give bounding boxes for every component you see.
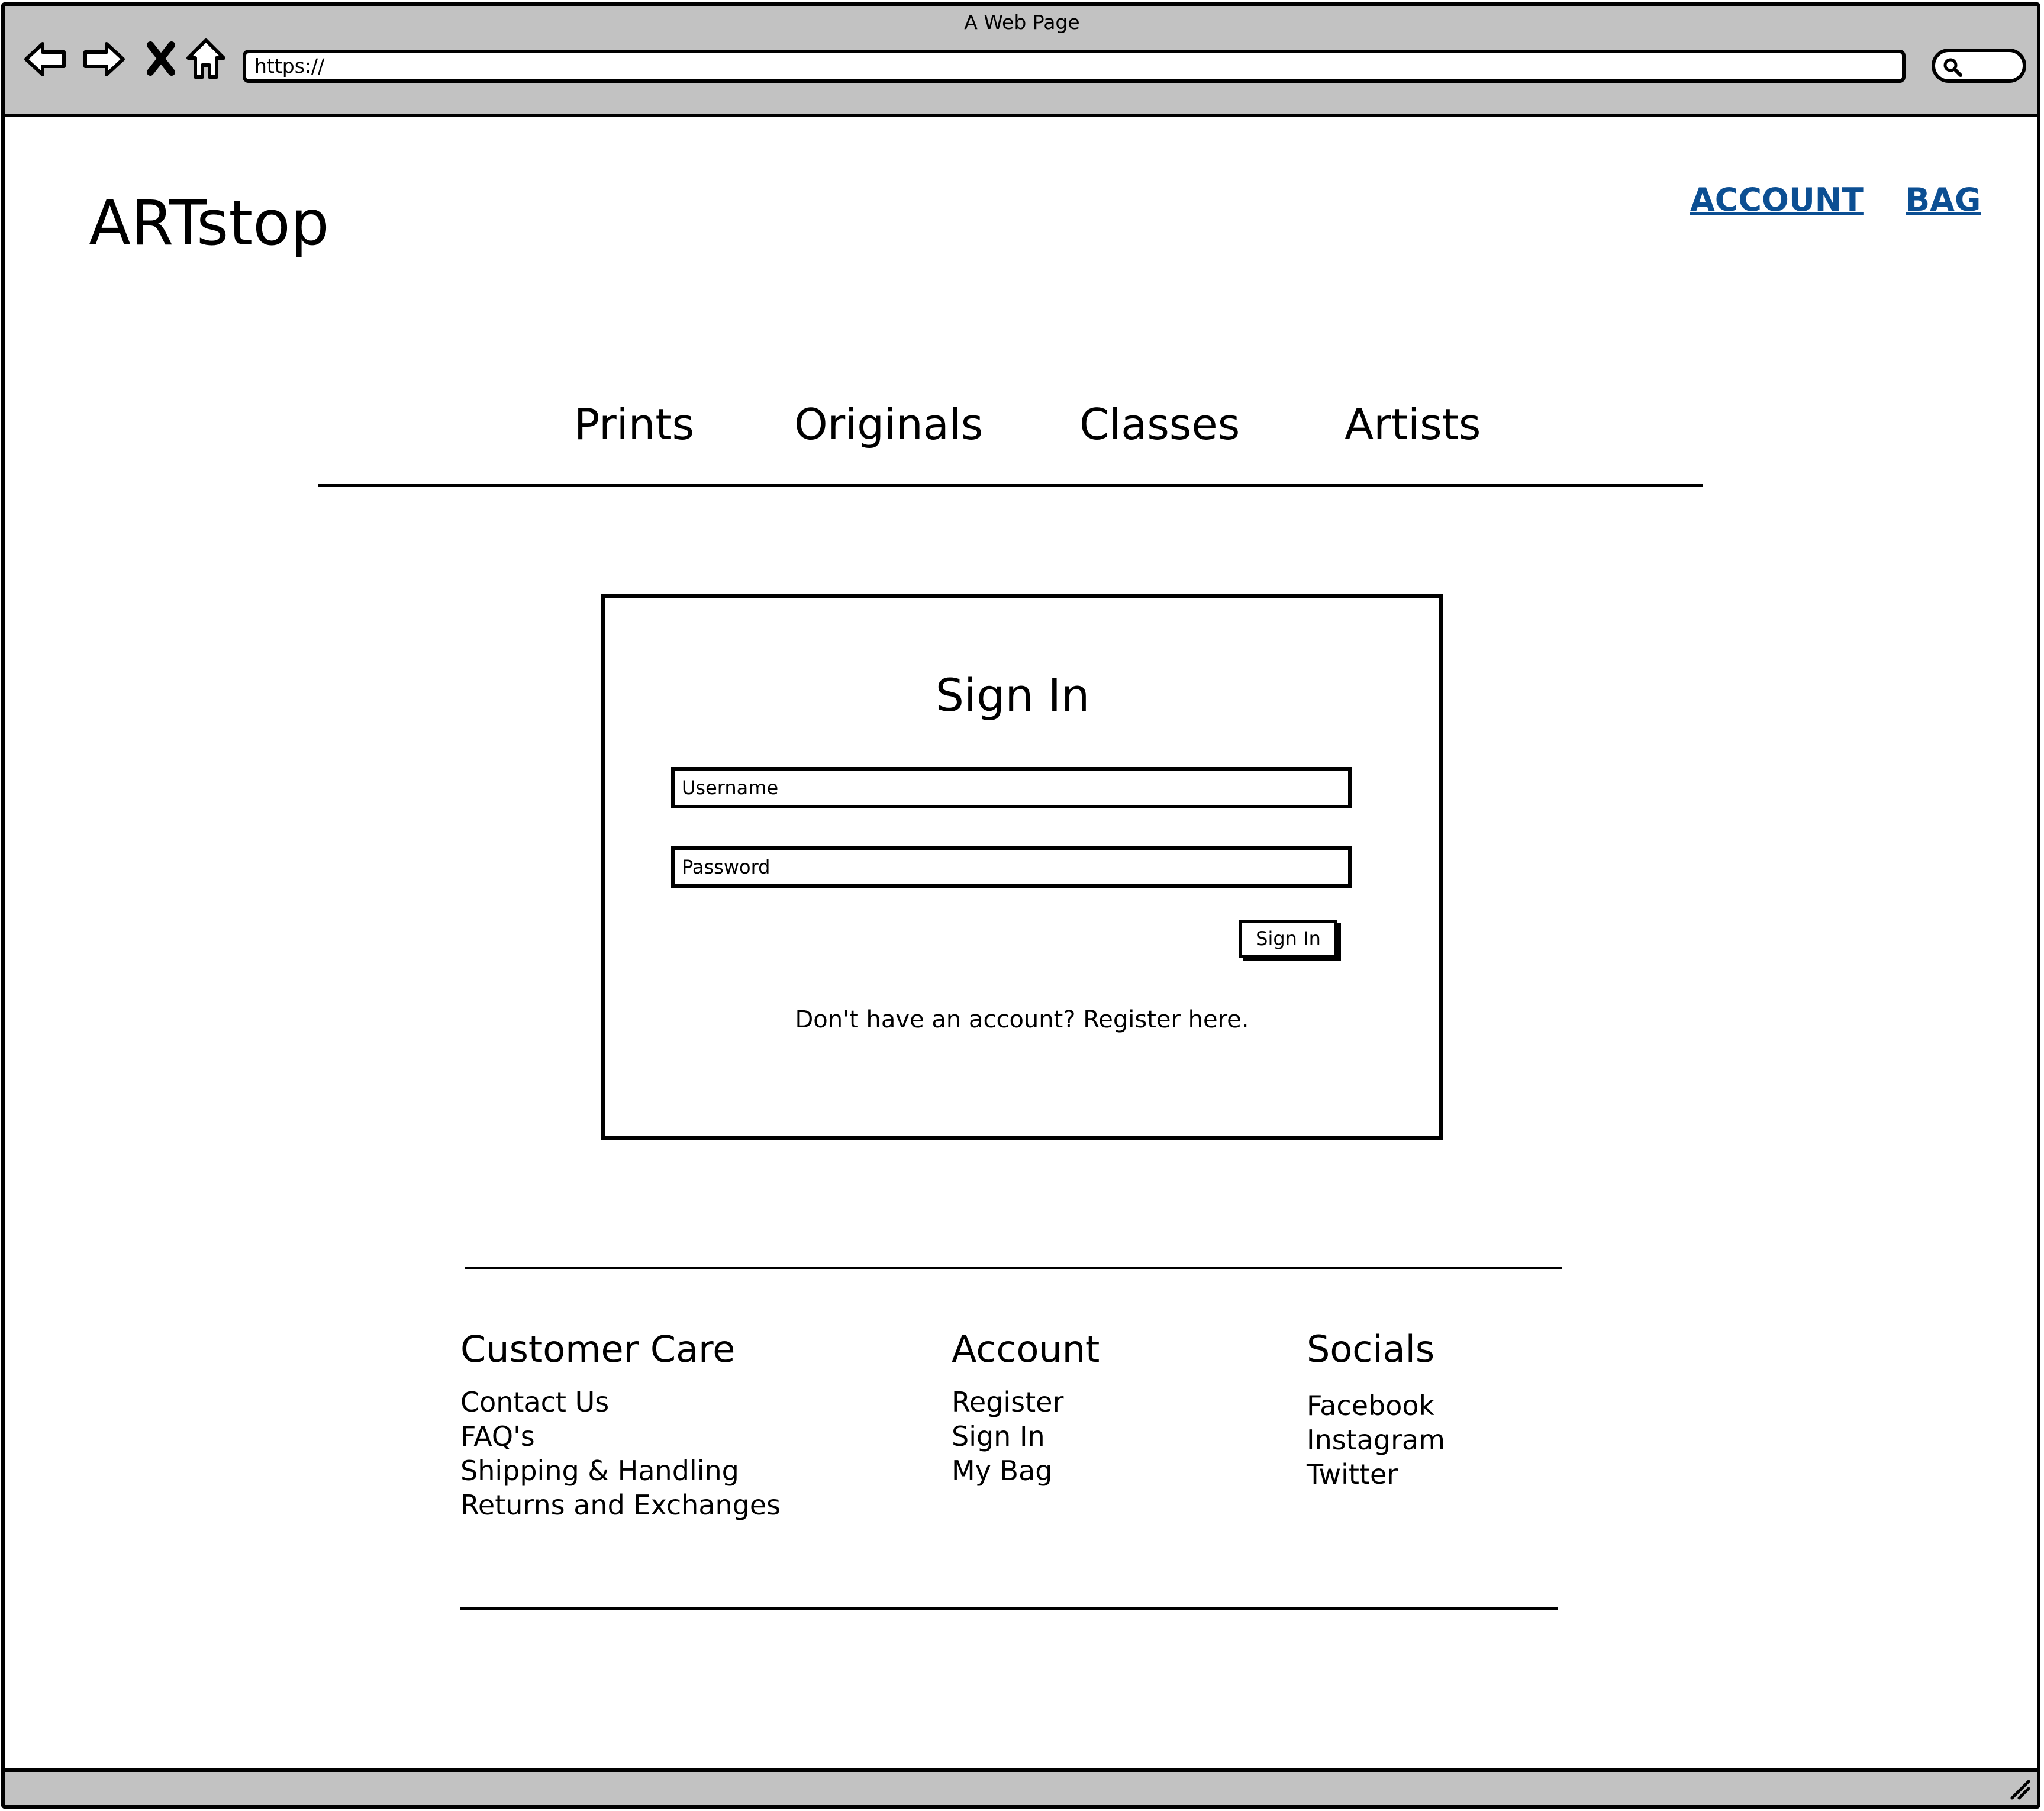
footer-link-my-bag[interactable]: My Bag — [952, 1454, 1100, 1488]
nav-item-classes[interactable]: Classes — [1079, 398, 1240, 451]
footer-heading-account: Account — [952, 1327, 1100, 1371]
footer-link-faqs[interactable]: FAQ's — [460, 1419, 781, 1454]
footer-link-instagram[interactable]: Instagram — [1307, 1423, 1445, 1457]
footer-heading-socials: Socials — [1307, 1327, 1435, 1371]
account-link[interactable]: ACCOUNT — [1690, 181, 1864, 218]
browser-status-bar — [1, 1768, 2040, 1809]
footer-link-shipping[interactable]: Shipping & Handling — [460, 1454, 781, 1488]
footer-link-returns[interactable]: Returns and Exchanges — [460, 1488, 781, 1522]
url-bar[interactable]: https:// — [243, 50, 1906, 83]
back-arrow-icon[interactable] — [21, 36, 69, 83]
url-text: https:// — [254, 54, 325, 78]
signin-button[interactable]: Sign In — [1239, 920, 1337, 958]
nav-divider — [318, 484, 1703, 487]
footer-link-sign-in[interactable]: Sign In — [952, 1419, 1100, 1454]
nav-item-originals[interactable]: Originals — [794, 398, 983, 451]
search-icon — [1943, 58, 1962, 77]
footer-top-divider — [465, 1267, 1562, 1269]
site-logo[interactable]: ARTstop — [89, 185, 330, 262]
window-title: A Web Page — [964, 11, 1080, 34]
username-input[interactable] — [671, 767, 1352, 808]
footer-link-register[interactable]: Register — [952, 1385, 1100, 1419]
browser-search-button[interactable] — [1932, 49, 2026, 83]
bag-link[interactable]: BAG — [1906, 181, 1981, 218]
nav-item-prints[interactable]: Prints — [574, 398, 694, 451]
password-input[interactable] — [671, 846, 1352, 888]
footer-socials: Socials Facebook Instagram Twitter — [1307, 1326, 1445, 1491]
footer-account: Account Register Sign In My Bag — [952, 1326, 1100, 1488]
nav-item-artists[interactable]: Artists — [1345, 398, 1481, 451]
footer-link-twitter[interactable]: Twitter — [1307, 1457, 1445, 1491]
signin-title: Sign In — [935, 669, 1090, 721]
footer-bottom-divider — [460, 1607, 1558, 1610]
home-icon[interactable] — [182, 36, 230, 83]
footer-link-facebook[interactable]: Facebook — [1307, 1388, 1445, 1423]
resize-grip-icon[interactable] — [2008, 1778, 2032, 1802]
footer-heading-customer-care: Customer Care — [460, 1327, 736, 1371]
close-x-icon[interactable] — [137, 36, 185, 83]
forward-arrow-icon[interactable] — [80, 36, 128, 83]
footer-customer-care: Customer Care Contact Us FAQ's Shipping … — [460, 1326, 781, 1522]
footer-link-contact-us[interactable]: Contact Us — [460, 1385, 781, 1419]
register-link[interactable]: Don't have an account? Register here. — [601, 1006, 1443, 1033]
